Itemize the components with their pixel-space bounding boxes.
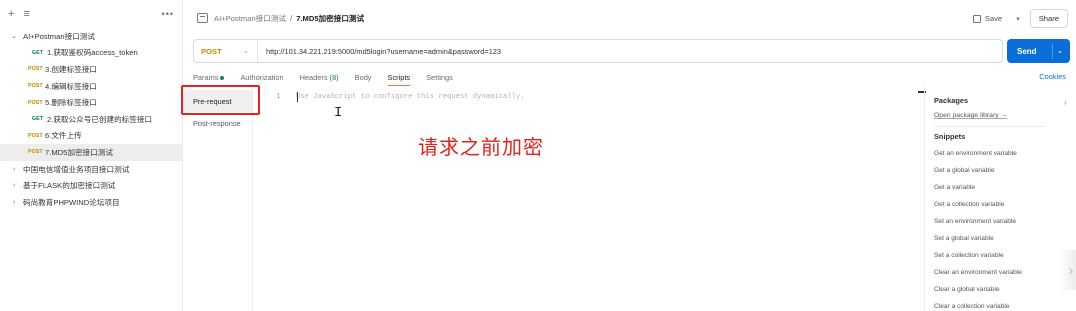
- snippet-item[interactable]: Get a collection variable: [934, 196, 1046, 213]
- text-cursor: [297, 92, 298, 102]
- folder-item[interactable]: › 中国电信增值业务项目接口测试: [0, 161, 182, 178]
- chevron-down-icon[interactable]: ⌄: [8, 32, 20, 40]
- packages-title: Packages: [934, 96, 969, 105]
- snippets-title: Snippets: [934, 132, 966, 141]
- snippet-item[interactable]: Set a global variable: [934, 230, 1046, 247]
- snippet-item[interactable]: Set a collection variable: [934, 247, 1046, 264]
- snippet-item[interactable]: Get an environment variable: [934, 145, 1046, 162]
- collections-sidebar: + ≡ ••• ⌄ AI+Postman接口测试 GET 1.获取鉴权码access_…: [0, 0, 183, 311]
- snippet-item[interactable]: Get a variable: [934, 179, 1046, 196]
- breadcrumb-separator: /: [289, 13, 293, 23]
- breadcrumb-parent[interactable]: AI+Postman接口测试: [214, 13, 286, 24]
- snippets-panel: Packages Open package library → Snippets…: [924, 86, 1046, 311]
- tab-authorization[interactable]: Authorization: [240, 73, 283, 82]
- request-item[interactable]: POST 5.删除标签接口: [0, 94, 182, 111]
- folder-item[interactable]: › 码尚教育PHPWIND论坛项目: [0, 194, 182, 211]
- method-badge: POST: [28, 99, 43, 106]
- more-options-icon[interactable]: •••: [162, 9, 174, 19]
- share-button[interactable]: Share: [1029, 9, 1068, 28]
- snippet-item[interactable]: Clear an environment variable: [934, 264, 1046, 281]
- snippet-item[interactable]: Set an environment variable: [934, 213, 1046, 230]
- request-item[interactable]: POST 7.MD5加密接口测试: [0, 144, 182, 161]
- params-indicator-dot: [220, 75, 225, 80]
- url-bar: POST ⌄ http://101.34.221.219:5000/md5log…: [193, 39, 1003, 63]
- method-badge: GET: [31, 116, 43, 123]
- send-label: Send: [1017, 46, 1037, 56]
- request-item[interactable]: POST 6.文件上传: [0, 128, 182, 145]
- tab-scripts[interactable]: Scripts: [387, 73, 410, 86]
- sidebar-toolbar: + ≡ •••: [0, 0, 182, 28]
- chevron-right-icon[interactable]: ›: [8, 166, 20, 173]
- headers-count: (8): [329, 72, 339, 82]
- snippet-item[interactable]: Clear a global variable: [934, 281, 1046, 298]
- tree-item-label: 4.编辑标签接口: [45, 81, 97, 91]
- highlight-annotation-box: [181, 85, 260, 115]
- folder-item[interactable]: ⌄ AI+Postman接口测试: [0, 28, 182, 45]
- tree-item-label: 3.创建标签接口: [45, 64, 97, 74]
- script-phase-list: Pre-request Post-response: [183, 86, 253, 311]
- save-icon: [972, 14, 981, 23]
- chevron-right-icon[interactable]: ›: [1064, 98, 1067, 107]
- method-badge: POST: [28, 132, 43, 139]
- chevron-right-icon[interactable]: ›: [8, 182, 20, 189]
- url-input[interactable]: http://101.34.221.219:5000/md5login?user…: [258, 47, 501, 56]
- tree-item-label: 1.获取鉴权码access_token: [47, 48, 138, 58]
- tab-settings[interactable]: Settings: [426, 73, 453, 82]
- tab-body[interactable]: Body: [355, 73, 372, 82]
- request-header: AI+Postman接口测试 / 7.MD5加密接口测试 Save ▾ Shar…: [183, 0, 1076, 36]
- tree-item-label: 基于FLASK的加密接口测试: [23, 181, 116, 191]
- chevron-down-icon[interactable]: ▾: [1012, 15, 1024, 23]
- cookies-link[interactable]: Cookies: [1039, 72, 1066, 81]
- tree-item-label: 中国电信增值业务项目接口测试: [23, 164, 130, 174]
- method-badge: POST: [28, 83, 43, 90]
- request-tabs: Params Authorization Headers (8) Body Sc…: [193, 70, 469, 86]
- add-icon[interactable]: +: [8, 8, 14, 20]
- open-package-library-link[interactable]: Open package library →: [934, 112, 1046, 119]
- tab-headers[interactable]: Headers (8): [300, 73, 339, 82]
- method-select[interactable]: POST ⌄: [194, 40, 258, 62]
- request-item[interactable]: POST 4.编辑标签接口: [0, 78, 182, 95]
- tree-item-label: 5.删除标签接口: [45, 98, 97, 108]
- header-actions: Save ▾ Share: [969, 9, 1068, 28]
- folder-item[interactable]: › 基于FLASK的加密接口测试: [0, 177, 182, 194]
- tree-item-label: AI+Postman接口测试: [23, 31, 95, 41]
- breadcrumb-current[interactable]: 7.MD5加密接口测试: [296, 13, 364, 24]
- tab-params-label: Params: [193, 72, 219, 82]
- filter-icon[interactable]: ≡: [23, 8, 29, 20]
- tree-item-label: 码尚教育PHPWIND论坛项目: [23, 197, 120, 207]
- method-badge: POST: [28, 66, 43, 73]
- send-options-chevron-icon[interactable]: ⌄: [1057, 47, 1063, 55]
- tab-params[interactable]: Params: [193, 72, 225, 82]
- chevron-right-icon[interactable]: ›: [8, 199, 20, 206]
- tree-item-label: 7.MD5加密接口测试: [45, 147, 113, 157]
- script-editor[interactable]: Use JavaScript to configure this request…: [296, 93, 525, 101]
- annotation-text: 请求之前加密: [418, 135, 544, 159]
- panel-edge-chevron-icon[interactable]: ›: [1058, 250, 1076, 290]
- tree-item-label: 2.获取公众号已创建的标签接口: [47, 114, 153, 124]
- method-badge: GET: [31, 49, 43, 56]
- tab-headers-label: Headers: [299, 72, 328, 82]
- method-badge: POST: [28, 149, 43, 156]
- request-item[interactable]: POST 3.创建标签接口: [0, 61, 182, 78]
- request-item[interactable]: GET 2.获取公众号已创建的标签接口: [0, 111, 182, 128]
- save-button[interactable]: Save: [969, 11, 1006, 26]
- divider: [934, 126, 1046, 127]
- tree-item-label: 6.文件上传: [45, 131, 82, 141]
- collection-tree: ⌄ AI+Postman接口测试 GET 1.获取鉴权码access_token POS…: [0, 28, 182, 211]
- save-label: Save: [984, 14, 1003, 23]
- snippet-item[interactable]: Clear a collection variable: [934, 298, 1046, 311]
- send-button[interactable]: Send ⌄: [1007, 39, 1070, 63]
- snippet-item[interactable]: Get a global variable: [934, 162, 1046, 179]
- snippets-list: Get an environment variable Get a global …: [934, 145, 1046, 311]
- method-label: POST: [201, 46, 222, 56]
- ibeam-cursor-icon: I: [334, 105, 343, 121]
- post-response-tab[interactable]: Post-response: [183, 112, 252, 134]
- chevron-down-icon: ⌄: [243, 48, 249, 55]
- request-item[interactable]: GET 1.获取鉴权码access_token: [0, 45, 182, 62]
- line-number: 1: [276, 93, 281, 101]
- send-divider: [1052, 43, 1053, 59]
- request-icon: [197, 13, 208, 23]
